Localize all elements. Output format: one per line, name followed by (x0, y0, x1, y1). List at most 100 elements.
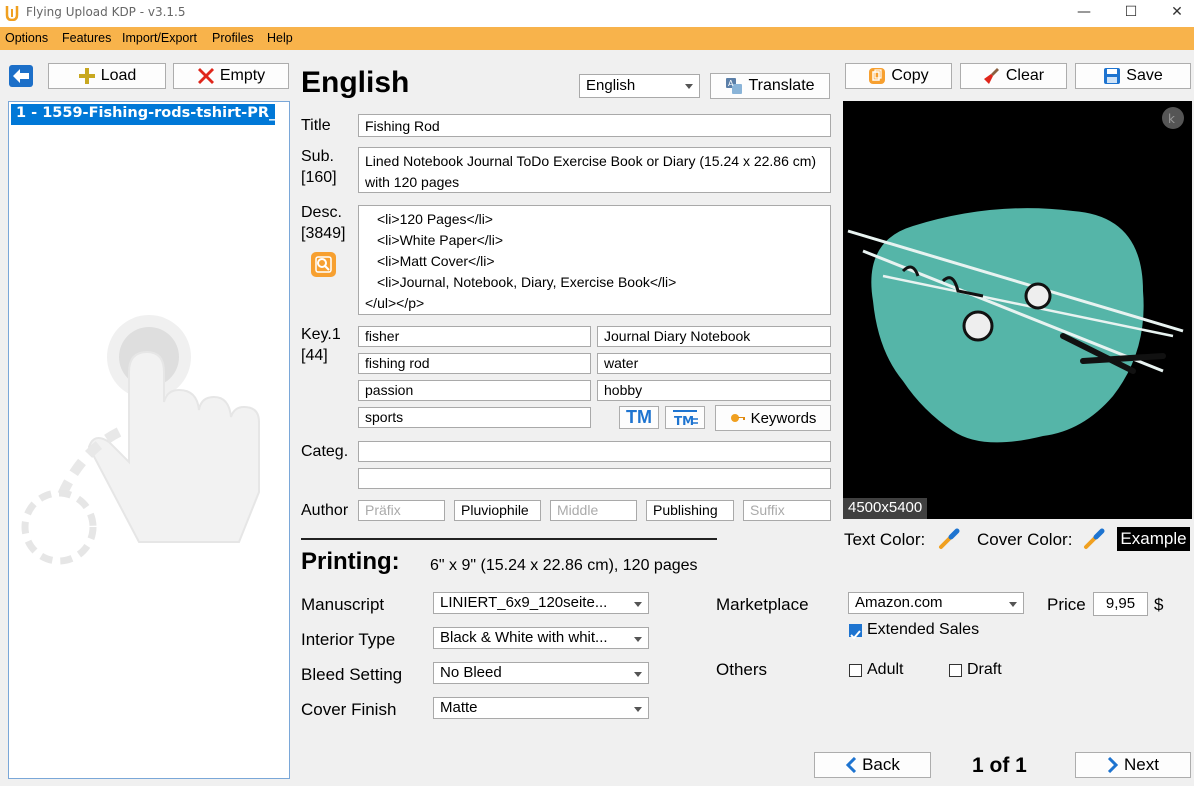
subtitle-input[interactable]: Lined Notebook Journal ToDo Exercise Boo… (358, 147, 831, 193)
copy-button[interactable]: Copy (845, 63, 952, 89)
bleed-setting-select[interactable]: No Bleed (433, 662, 649, 684)
text-color-label: Text Color: (844, 530, 926, 549)
minimize-button[interactable]: — (1072, 3, 1096, 23)
keyword-input-4[interactable]: water (597, 353, 831, 374)
key-icon (730, 414, 745, 422)
save-button[interactable]: Save (1075, 63, 1191, 89)
adult-label: Adult (867, 661, 904, 678)
category-input-2[interactable] (358, 468, 831, 489)
image-dimensions: 4500x5400 (843, 498, 928, 519)
keyword-input-3[interactable]: fishing rod (358, 353, 591, 374)
marketplace-select[interactable]: Amazon.com (848, 592, 1024, 614)
chevron-down-icon (1009, 602, 1017, 607)
cover-color-label: Cover Color: (977, 530, 1073, 549)
subtitle-line-2: with 120 pages (365, 174, 460, 190)
keyword-input-2[interactable]: Journal Diary Notebook (597, 326, 831, 347)
save-label: Save (1126, 67, 1163, 84)
magnifier-icon (315, 256, 332, 273)
description-count: [3849] (301, 225, 346, 242)
red-x-icon (197, 68, 214, 84)
author-last-name-input[interactable]: Publishing (646, 500, 734, 521)
description-line: <li>Journal, Notebook, Diary, Exercise B… (377, 274, 677, 290)
translate-label: Translate (748, 77, 815, 94)
description-line: <li>Matt Cover</li> (377, 253, 495, 269)
menu-bar: Options Features Import/Export Profiles … (0, 27, 1194, 50)
back-button[interactable]: Back (814, 752, 931, 778)
color-example-swatch: Example (1117, 527, 1190, 551)
author-suffix-input[interactable]: Suffix (743, 500, 831, 521)
interior-type-select[interactable]: Black & White with whit... (433, 627, 649, 649)
copy-label: Copy (891, 67, 929, 84)
author-label: Author (301, 502, 349, 519)
back-arrow-button[interactable] (8, 63, 34, 89)
category-input-1[interactable] (358, 441, 831, 462)
description-line: <li>White Paper</li> (377, 232, 504, 248)
chevron-down-icon (685, 84, 693, 89)
maximize-button[interactable]: ☐ (1119, 3, 1143, 23)
description-preview-button[interactable] (311, 252, 336, 277)
printing-heading: Printing: (301, 548, 400, 575)
file-list[interactable]: 1 - 1559-Fishing-rods-tshirt-PR_t (8, 101, 290, 779)
translate-icon: A (726, 78, 743, 94)
interior-type-label: Interior Type (301, 630, 396, 649)
load-button[interactable]: Load (48, 63, 166, 89)
plus-icon (78, 68, 95, 84)
price-input[interactable]: 9,95 (1093, 592, 1148, 616)
bleed-setting-label: Bleed Setting (301, 665, 403, 684)
keywords-count: [44] (301, 347, 328, 364)
cover-finish-value: Matte (440, 699, 478, 716)
author-middle-input[interactable]: Middle (550, 500, 637, 521)
author-prefix-input[interactable]: Präfix (358, 500, 445, 521)
cover-finish-select[interactable]: Matte (433, 697, 649, 719)
menu-import-export[interactable]: Import/Export (122, 31, 197, 45)
fishing-rods-artwork: k (847, 107, 1184, 443)
keyword-input-5[interactable]: passion (358, 380, 591, 401)
window-title: Flying Upload KDP - v3.1.5 (26, 5, 186, 19)
back-label: Back (862, 755, 900, 774)
draft-checkbox[interactable] (949, 664, 962, 677)
printing-summary: 6" x 9" (15.24 x 22.86 cm), 120 pages (430, 557, 698, 574)
floppy-disk-icon (1104, 68, 1121, 84)
translate-button[interactable]: A Translate (710, 73, 830, 99)
marketplace-label: Marketplace (716, 595, 809, 614)
language-select[interactable]: English (579, 74, 700, 98)
menu-features[interactable]: Features (62, 31, 111, 45)
title-input[interactable]: Fishing Rod (358, 114, 831, 137)
language-selected-value: English (586, 77, 636, 94)
author-first-name-input[interactable]: Pluviophile (454, 500, 541, 521)
cover-preview[interactable]: k 4500x5400 (843, 101, 1192, 519)
empty-button[interactable]: Empty (173, 63, 289, 89)
svg-text:TM: TM (674, 414, 694, 427)
description-line: <li>120 Pages</li> (377, 211, 493, 227)
keyword-input-1[interactable]: fisher (358, 326, 591, 347)
manuscript-select[interactable]: LINIERT_6x9_120seite... (433, 592, 649, 614)
price-label: Price (1047, 595, 1086, 614)
menu-options[interactable]: Options (5, 31, 48, 45)
close-window-button[interactable]: ✕ (1165, 3, 1189, 23)
load-label: Load (100, 67, 137, 84)
keywords-button-label: Keywords (750, 409, 817, 427)
menu-profiles[interactable]: Profiles (212, 31, 254, 45)
checkmark-icon (850, 630, 861, 640)
description-textarea[interactable]: <li>120 Pages</li> <li>White Paper</li> … (358, 205, 831, 315)
tm-label: TM (626, 407, 652, 427)
clear-button[interactable]: Clear (960, 63, 1067, 89)
tm-check-button[interactable]: TM (619, 406, 659, 429)
cover-color-dropper-icon[interactable] (1082, 525, 1108, 551)
extended-sales-checkbox[interactable] (849, 624, 862, 640)
text-color-dropper-icon[interactable] (937, 525, 963, 551)
adult-checkbox[interactable] (849, 664, 862, 677)
next-label: Next (1124, 755, 1159, 774)
chevron-down-icon (634, 707, 642, 712)
keyword-input-7[interactable]: sports (358, 407, 591, 428)
keyword-input-6[interactable]: hobby (597, 380, 831, 401)
next-button[interactable]: Next (1075, 752, 1191, 778)
list-item[interactable]: 1 - 1559-Fishing-rods-tshirt-PR_t (11, 104, 275, 125)
tm-list-button[interactable]: TM (665, 406, 705, 429)
svg-text:A: A (728, 79, 734, 88)
section-divider (301, 538, 717, 540)
keywords-button[interactable]: Keywords (715, 405, 831, 431)
menu-help[interactable]: Help (267, 31, 293, 45)
cover-finish-label: Cover Finish (301, 700, 397, 719)
title-bar: Flying Upload KDP - v3.1.5 — ☐ ✕ (0, 0, 1194, 27)
